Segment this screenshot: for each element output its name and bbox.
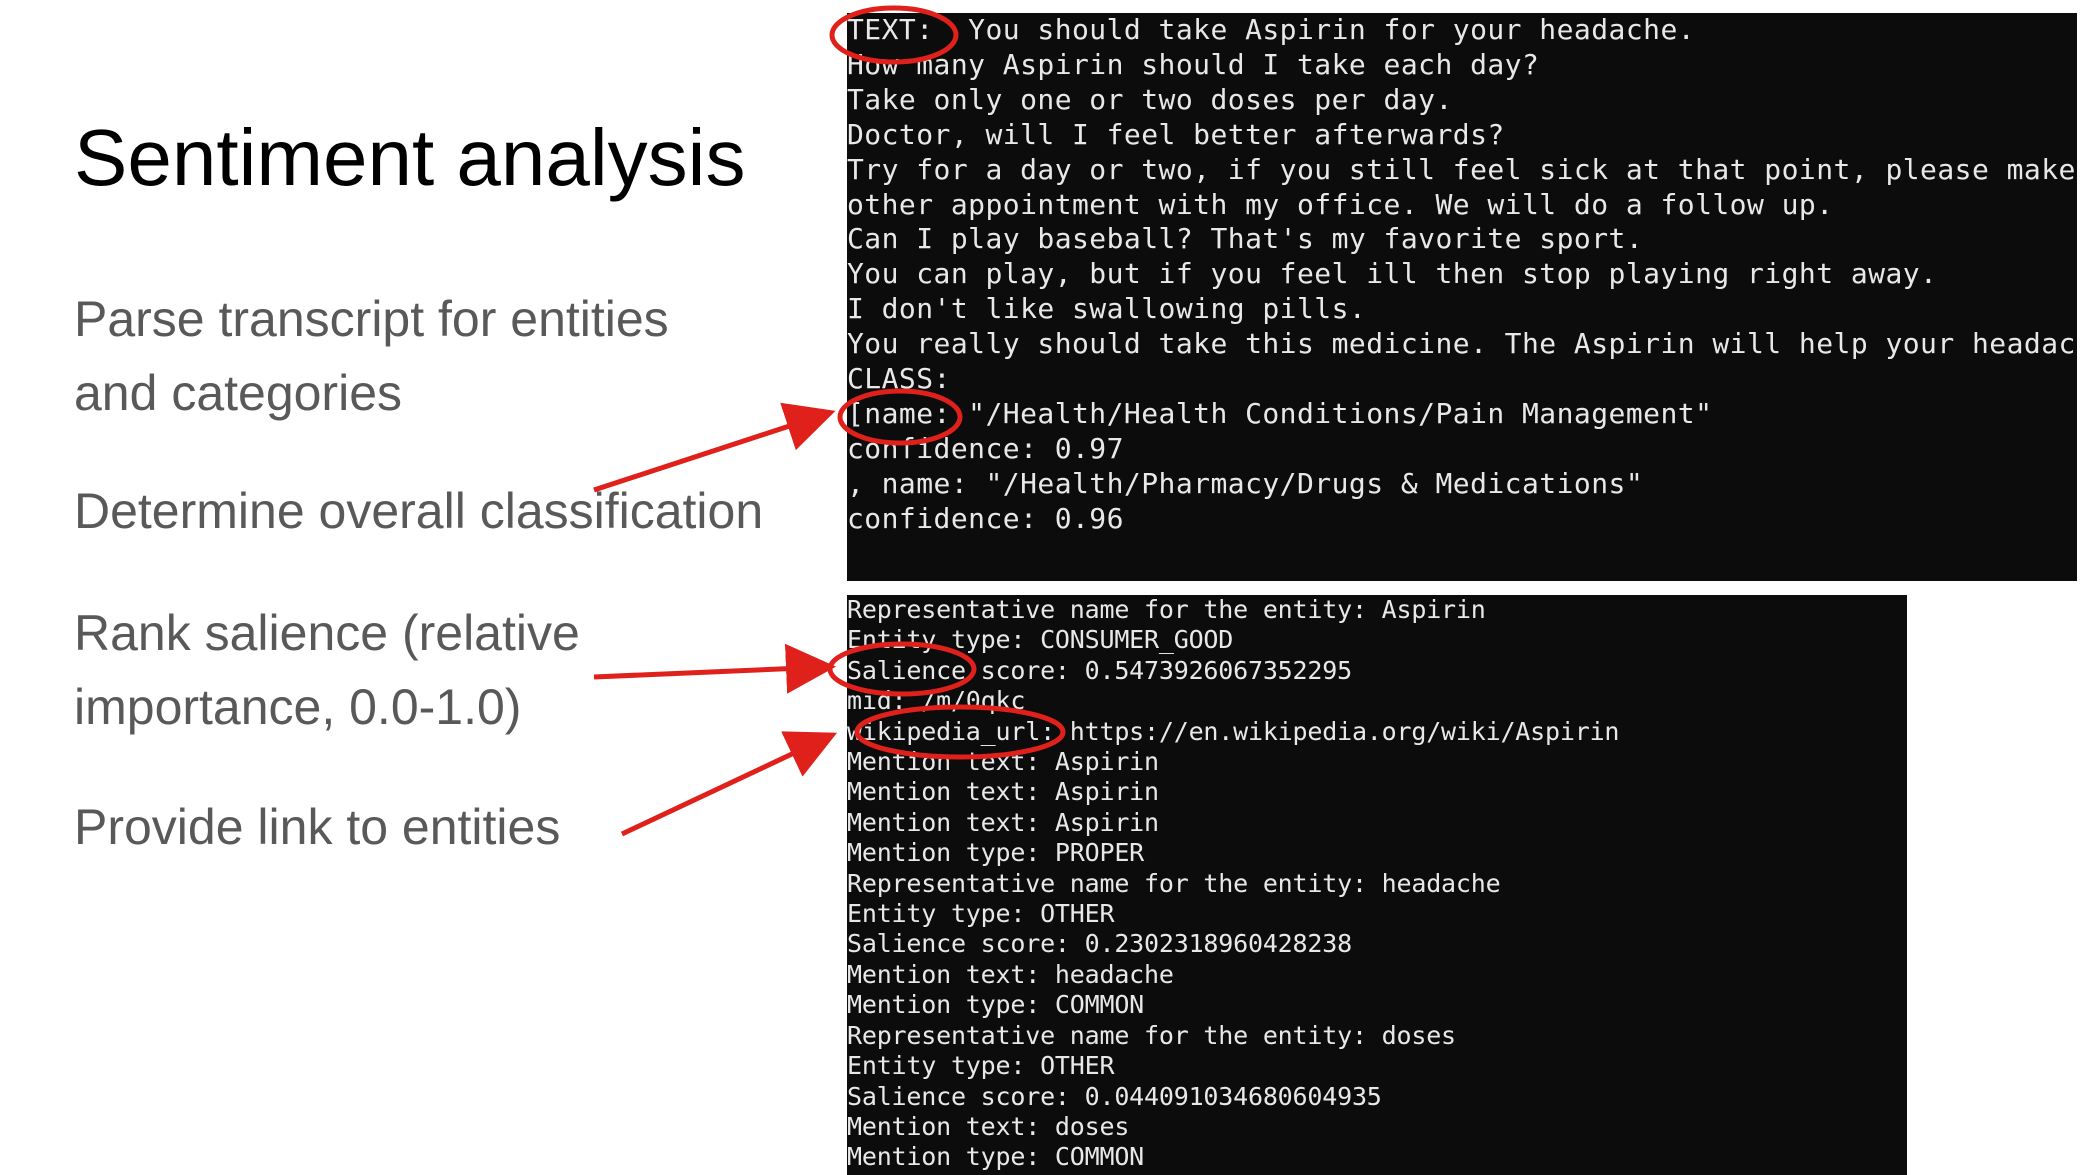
terminal-line: You can play, but if you feel ill then s…	[847, 257, 1938, 291]
bullet-line: Provide link to entities	[74, 799, 561, 855]
terminal-line: Representative name for the entity: dose…	[847, 1020, 1456, 1050]
terminal-line: Can I play baseball? That's my favorite …	[847, 222, 1644, 256]
terminal-line: Salience score: 0.2302318960428238	[847, 929, 1352, 959]
terminal-line: Entity type: OTHER	[847, 1051, 1115, 1081]
bullet-line: importance, 0.0-1.0)	[74, 679, 522, 735]
terminal-line: Mention text: Aspirin	[847, 747, 1159, 777]
bullet-line: Parse transcript for entities	[74, 291, 669, 347]
arrow-salience	[593, 643, 836, 694]
terminal-line: CLASS:	[847, 362, 951, 396]
terminal-line: Mention text: Aspirin	[847, 807, 1159, 837]
terminal-line: , name: "/Health/Pharmacy/Drugs & Medica…	[847, 466, 1644, 500]
bullet-classification: Determine overall classification	[74, 474, 763, 548]
bullet-salience: Rank salience (relative importance, 0.0-…	[74, 596, 580, 744]
terminal-line: other appointment with my office. We wil…	[847, 187, 1834, 221]
terminal-line: Salience score: 0.044091034680604935	[847, 1081, 1382, 1111]
terminal-line: Mention text: headache	[847, 959, 1174, 989]
terminal-line: Salience score: 0.5473926067352295	[847, 655, 1352, 685]
bullet-entity-links: Provide link to entities	[74, 790, 560, 864]
terminal-line: Mention type: PROPER	[847, 838, 1145, 868]
terminal-output-text-classification: TEXT: You should take Aspirin for your h…	[847, 13, 2077, 581]
bullet-line: and categories	[74, 365, 403, 421]
arrow-entity-links	[620, 731, 838, 837]
terminal-output-entities: Representative name for the entity: Aspi…	[847, 595, 1907, 1175]
terminal-line: You really should take this medicine. Th…	[847, 327, 2077, 361]
terminal-line: Representative name for the entity: head…	[847, 868, 1501, 898]
terminal-line: Entity type: CONSUMER_GOOD	[847, 625, 1234, 655]
terminal-line: Try for a day or two, if you still feel …	[847, 152, 2077, 186]
bullet-line: Rank salience (relative	[74, 605, 580, 661]
terminal-line: TEXT: You should take Aspirin for your h…	[847, 13, 1696, 46]
bullet-line: Determine overall classification	[74, 483, 764, 539]
terminal-line: Mention type: COMMON	[847, 1142, 1145, 1172]
terminal-line: Mention text: doses	[847, 1111, 1130, 1141]
terminal-line: Doctor, will I feel better afterwards?	[847, 117, 1505, 151]
terminal-line: Entity type: OTHER	[847, 899, 1115, 929]
terminal-line: confidence: 0.97	[847, 431, 1124, 465]
terminal-line: confidence: 0.96	[847, 501, 1124, 535]
bullet-parse-transcript: Parse transcript for entities and catego…	[74, 282, 669, 430]
terminal-line: How many Aspirin should I take each day?	[847, 47, 1540, 81]
terminal-line: Mention text: Aspirin	[847, 777, 1159, 807]
terminal-line: mid: /m/0qkc	[847, 686, 1026, 716]
terminal-line: Representative name for the entity: Aspi…	[847, 595, 1486, 624]
terminal-line: I don't like swallowing pills.	[847, 292, 1367, 326]
terminal-line: Take only one or two doses per day.	[847, 82, 1453, 116]
terminal-line: [name: "/Health/Health Conditions/Pain M…	[847, 396, 1713, 430]
terminal-line: wikipedia_url: https://en.wikipedia.org/…	[847, 716, 1620, 746]
slide-title: Sentiment analysis	[74, 113, 746, 202]
terminal-line: Mention type: COMMON	[847, 990, 1145, 1020]
